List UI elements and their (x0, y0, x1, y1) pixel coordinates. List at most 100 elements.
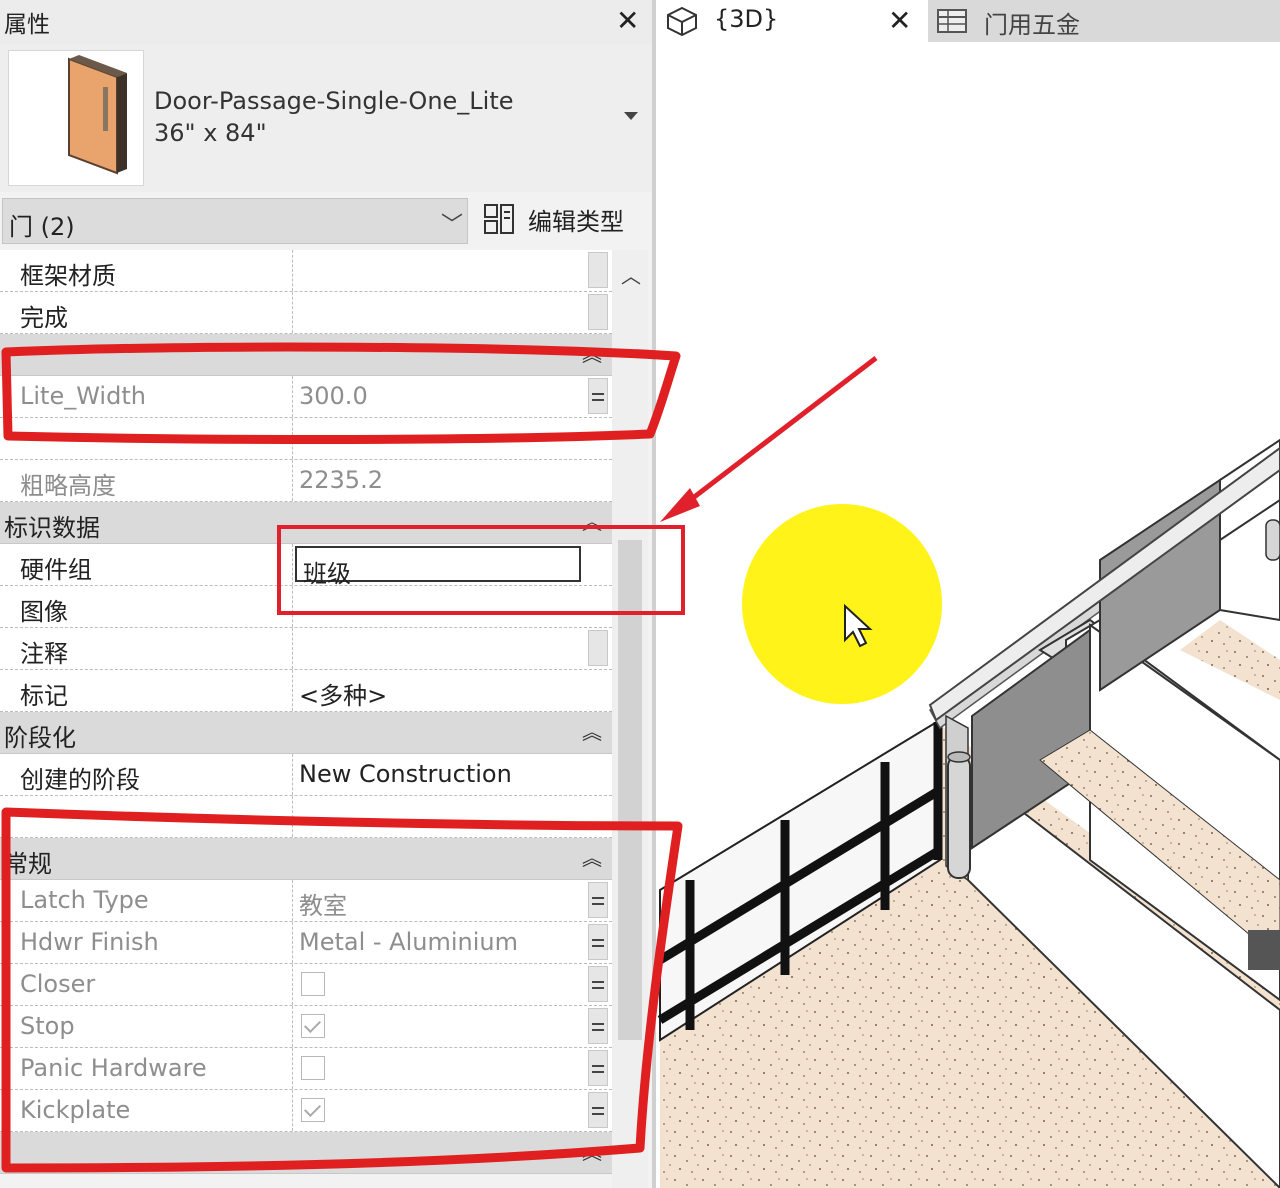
param-name: 硬件组 (20, 550, 92, 585)
param-button[interactable] (588, 630, 608, 666)
property-scrollbar[interactable]: ︿ (612, 250, 648, 1188)
param-name: 框架材质 (20, 256, 116, 291)
associate-parameter-button[interactable] (588, 1050, 608, 1086)
door-icon (9, 51, 143, 185)
schedule-icon (936, 8, 968, 34)
param-value (292, 1090, 588, 1131)
row-kickplate: Kickplate (0, 1090, 612, 1132)
collapse-icon[interactable]: ︽ (582, 1136, 602, 1165)
dropdown-caret-icon[interactable] (624, 112, 638, 120)
param-name: 创建的阶段 (20, 760, 140, 795)
row-stop: Stop (0, 1006, 612, 1048)
instance-filter-label: 门 (2) (9, 207, 75, 242)
param-name: Panic Hardware (20, 1054, 207, 1082)
param-button[interactable] (588, 294, 608, 330)
param-value[interactable]: <多种> (292, 670, 588, 711)
type-size: 36" x 84" (154, 118, 267, 148)
param-value (292, 964, 588, 1005)
kickplate-checkbox[interactable] (301, 1098, 325, 1122)
3d-viewport[interactable] (656, 42, 1280, 1188)
collapse-icon[interactable]: ︽ (582, 716, 602, 745)
collapse-icon[interactable]: ︽ (582, 338, 602, 367)
associate-parameter-button[interactable] (588, 882, 608, 918)
3d-model-render (656, 42, 1280, 1188)
row-hardware-group[interactable]: 硬件组 班级 (0, 544, 612, 586)
row-mark[interactable]: 标记 <多种> (0, 670, 612, 712)
row-lite-width[interactable]: Lite_Width 300.0 (0, 376, 612, 418)
param-name: Hdwr Finish (20, 928, 159, 956)
param-value[interactable] (292, 628, 588, 669)
param-value[interactable] (292, 586, 588, 627)
param-value: Metal - Aluminium (292, 922, 588, 963)
param-name: Closer (20, 970, 95, 998)
scrollbar-thumb[interactable] (618, 540, 642, 1040)
closer-checkbox[interactable] (301, 972, 325, 996)
3d-view-icon (666, 6, 698, 36)
param-value[interactable] (292, 250, 588, 291)
panel-title: 属性 (4, 5, 50, 39)
panel-title-bar: 属性 ✕ (0, 0, 652, 44)
row-closer: Closer (0, 964, 612, 1006)
edit-type-label: 编辑类型 (528, 202, 624, 237)
row-frame-material[interactable]: 框架材质 (0, 250, 612, 292)
param-value: 教室 (292, 880, 588, 921)
panic-hardware-checkbox[interactable] (301, 1056, 325, 1080)
row-latch-type: Latch Type 教室 (0, 880, 612, 922)
group-header-dimensions[interactable]: ︽ (0, 334, 612, 376)
param-value[interactable] (292, 796, 588, 837)
param-value[interactable] (292, 292, 588, 333)
param-name: 标记 (20, 676, 68, 711)
group-name: 常规 (4, 844, 52, 879)
associate-parameter-button[interactable] (588, 1092, 608, 1128)
param-name: 注释 (20, 634, 68, 669)
row-panic-hardware: Panic Hardware (0, 1048, 612, 1090)
group-name: 阶段化 (4, 718, 76, 753)
chevron-down-icon: ﹀ (441, 207, 463, 239)
param-name: 完成 (20, 298, 68, 333)
group-header-general[interactable]: 常规 ︽ (0, 838, 612, 880)
param-name: Kickplate (20, 1096, 130, 1124)
param-value[interactable]: New Construction (292, 754, 588, 795)
collapse-icon[interactable]: ︽ (582, 506, 602, 535)
param-value (292, 1006, 588, 1047)
param-name: 图像 (20, 592, 68, 627)
param-button[interactable] (588, 252, 608, 288)
associate-parameter-button[interactable] (588, 966, 608, 1002)
row-image[interactable]: 图像 (0, 586, 612, 628)
associate-parameter-button[interactable] (588, 924, 608, 960)
param-name: 粗略高度 (20, 466, 116, 501)
group-header-phasing[interactable]: 阶段化 ︽ (0, 712, 612, 754)
tab-3d-view[interactable]: {3D} ✕ (656, 0, 926, 42)
param-value: 2235.2 (292, 460, 588, 501)
row-finish[interactable]: 完成 (0, 292, 612, 334)
param-value (292, 418, 588, 459)
param-name: Latch Type (20, 886, 149, 914)
row-rough-height: 粗略高度 2235.2 (0, 460, 612, 502)
param-value[interactable]: 班级 (292, 544, 588, 585)
group-name: 标识数据 (4, 508, 100, 543)
edit-type-icon (482, 202, 516, 236)
row-hdwr-finish: Hdwr Finish Metal - Aluminium (0, 922, 612, 964)
group-header-other[interactable]: ︽ (0, 1132, 612, 1174)
tab-hardware-schedule[interactable]: 门用五金 (928, 0, 1280, 42)
row-phase-created[interactable]: 创建的阶段 New Construction (0, 754, 612, 796)
param-name: Lite_Width (20, 382, 146, 410)
associate-parameter-button[interactable] (588, 378, 608, 414)
collapse-icon[interactable]: ︽ (582, 842, 602, 871)
row-rough-width (0, 418, 612, 460)
close-icon[interactable]: ✕ (888, 4, 911, 37)
tab-3d-label: {3D} (714, 5, 778, 33)
row-comments[interactable]: 注释 (0, 628, 612, 670)
instance-filter-dropdown[interactable]: 门 (2) ﹀ (2, 198, 468, 244)
tab-schedule-label: 门用五金 (984, 5, 1080, 40)
close-icon[interactable]: ✕ (616, 4, 639, 37)
stop-checkbox[interactable] (301, 1014, 325, 1038)
properties-panel: 属性 ✕ Door-Passage-Single-One_Lite 36" x … (0, 0, 652, 1188)
hardware-group-input[interactable]: 班级 (295, 546, 581, 582)
param-value (292, 1048, 588, 1089)
row-phase-demolished[interactable] (0, 796, 612, 838)
type-preview (8, 50, 144, 186)
associate-parameter-button[interactable] (588, 1008, 608, 1044)
scroll-up-icon[interactable]: ︿ (621, 260, 641, 289)
group-header-identity-data[interactable]: 标识数据 ︽ (0, 502, 612, 544)
